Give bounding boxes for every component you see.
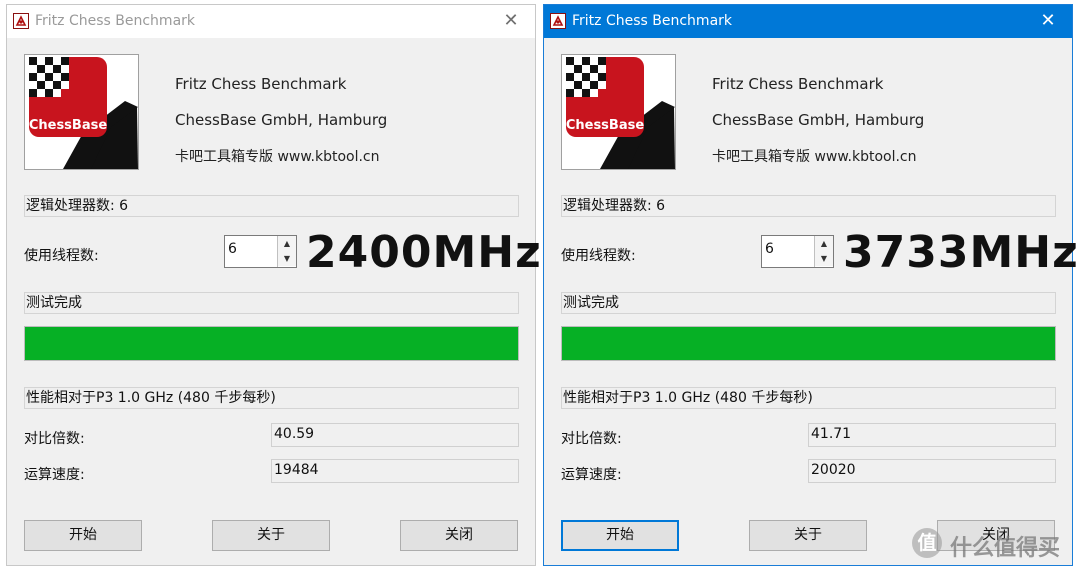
ratio-label: 对比倍数:: [24, 431, 85, 447]
title-bar[interactable]: Fritz Chess Benchmark ✕: [7, 5, 535, 38]
product-name: Fritz Chess Benchmark: [712, 75, 884, 93]
title-bar[interactable]: Fritz Chess Benchmark ✕: [544, 5, 1072, 38]
benchmark-window-left: Fritz Chess Benchmark ✕ ChessBase Fritz …: [6, 4, 541, 566]
watermark-logo-icon: 值: [912, 528, 942, 558]
product-name: Fritz Chess Benchmark: [175, 75, 347, 93]
frequency-overlay: 3733MHz: [843, 227, 1079, 278]
watermark-text: 什么值得买: [950, 536, 1061, 561]
progress-bar: [561, 326, 1056, 361]
increment-arrow-icon[interactable]: ▲: [278, 236, 296, 252]
start-button[interactable]: 开始: [24, 520, 142, 551]
decrement-arrow-icon[interactable]: ▼: [278, 251, 296, 266]
start-button[interactable]: 开始: [561, 520, 679, 551]
threads-label: 使用线程数:: [561, 248, 636, 264]
about-button[interactable]: 关于: [749, 520, 867, 551]
logo-text: ChessBase: [566, 118, 645, 133]
ratio-value: 41.71: [808, 423, 1056, 447]
close-button[interactable]: 关闭: [400, 520, 518, 551]
window-title: Fritz Chess Benchmark: [572, 13, 733, 29]
about-button[interactable]: 关于: [212, 520, 330, 551]
speed-value: 19484: [271, 459, 519, 483]
threads-label: 使用线程数:: [24, 248, 99, 264]
app-icon: [13, 13, 29, 29]
logical-processors-display: 逻辑处理器数: 6: [24, 195, 519, 217]
speed-label: 运算速度:: [24, 467, 85, 483]
progress-fill: [25, 327, 518, 360]
performance-caption: 性能相对于P3 1.0 GHz (480 千步每秒): [24, 387, 519, 409]
ratio-value: 40.59: [271, 423, 519, 447]
threads-stepper[interactable]: 6 ▲ ▼: [224, 235, 297, 268]
chessbase-logo: ChessBase: [561, 54, 676, 170]
threads-value[interactable]: 6: [228, 241, 237, 257]
progress-fill: [562, 327, 1055, 360]
status-display: 测试完成: [24, 292, 519, 314]
edition-note: 卡吧工具箱专版 www.kbtool.cn: [712, 149, 917, 165]
decrement-arrow-icon[interactable]: ▼: [815, 251, 833, 266]
close-icon[interactable]: ✕: [499, 9, 523, 33]
speed-label: 运算速度:: [561, 467, 622, 483]
logical-processors-display: 逻辑处理器数: 6: [561, 195, 1056, 217]
app-icon: [550, 13, 566, 29]
logo-text: ChessBase: [29, 118, 108, 133]
chessbase-logo: ChessBase: [24, 54, 139, 170]
threads-value[interactable]: 6: [765, 241, 774, 257]
frequency-overlay: 2400MHz: [306, 227, 542, 278]
company-name: ChessBase GmbH, Hamburg: [712, 111, 925, 129]
company-name: ChessBase GmbH, Hamburg: [175, 111, 388, 129]
increment-arrow-icon[interactable]: ▲: [815, 236, 833, 252]
performance-caption: 性能相对于P3 1.0 GHz (480 千步每秒): [561, 387, 1056, 409]
edition-note: 卡吧工具箱专版 www.kbtool.cn: [175, 149, 380, 165]
ratio-label: 对比倍数:: [561, 431, 622, 447]
progress-bar: [24, 326, 519, 361]
speed-value: 20020: [808, 459, 1056, 483]
window-title: Fritz Chess Benchmark: [35, 13, 196, 29]
status-display: 测试完成: [561, 292, 1056, 314]
benchmark-window-right: Fritz Chess Benchmark ✕ ChessBase Fritz …: [543, 4, 1078, 566]
threads-stepper[interactable]: 6 ▲ ▼: [761, 235, 834, 268]
close-icon[interactable]: ✕: [1036, 9, 1060, 33]
